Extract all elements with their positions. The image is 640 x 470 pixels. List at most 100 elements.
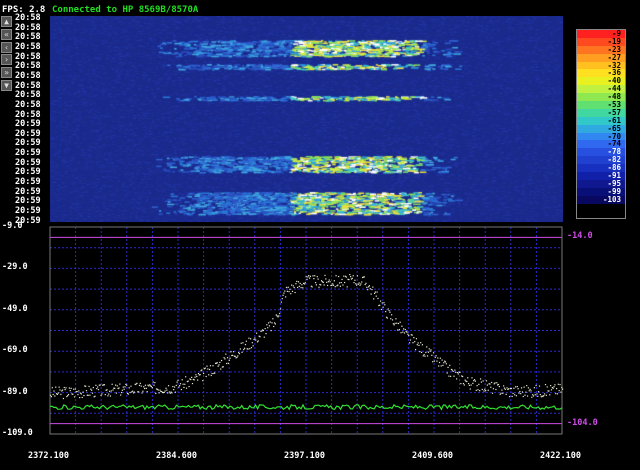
peak-trace-point xyxy=(482,380,484,382)
waterfall-timestamp: 20:58 xyxy=(15,61,41,72)
peak-trace-point xyxy=(515,395,518,397)
peak-trace-point xyxy=(392,323,394,325)
peak-trace-point xyxy=(396,322,398,324)
peak-trace-point xyxy=(183,386,185,389)
nav-down-button[interactable]: ▼ xyxy=(1,80,12,91)
x-tick-label: 2409.600 xyxy=(412,451,453,461)
peak-trace-point xyxy=(236,356,238,358)
peak-trace-point xyxy=(139,382,141,385)
nav-forward-button[interactable]: › xyxy=(1,54,12,66)
spectrum-plot[interactable] xyxy=(48,224,565,437)
peak-trace-point xyxy=(324,274,326,277)
peak-trace-point xyxy=(485,390,487,392)
peak-trace-point xyxy=(305,276,307,278)
peak-trace-point xyxy=(368,285,371,287)
peak-trace-point xyxy=(444,361,447,363)
peak-trace-point xyxy=(211,372,213,375)
peak-trace-point xyxy=(315,284,318,286)
waterfall-timestamp: 20:58 xyxy=(15,22,41,33)
peak-trace-point xyxy=(357,283,359,285)
peak-trace-point xyxy=(487,389,489,391)
peak-trace-point xyxy=(373,298,375,300)
waterfall-timestamp: 20:58 xyxy=(15,80,41,91)
peak-trace-point xyxy=(520,387,523,389)
peak-trace-point xyxy=(299,282,301,285)
peak-trace-point xyxy=(430,349,432,351)
peak-trace-point xyxy=(136,382,138,384)
waterfall-display[interactable] xyxy=(50,16,563,222)
peak-trace-point xyxy=(280,301,282,303)
peak-trace-point xyxy=(106,389,108,391)
peak-trace-point xyxy=(446,372,448,374)
peak-trace-point xyxy=(118,387,120,389)
peak-trace-point xyxy=(402,331,404,333)
peak-trace-point xyxy=(248,337,250,339)
nav-back-button[interactable]: ‹ xyxy=(1,41,12,53)
peak-trace-point xyxy=(268,325,271,327)
waterfall-timestamp: 20:59 xyxy=(15,186,41,197)
peak-trace-point xyxy=(263,336,265,338)
peak-trace-point xyxy=(124,386,126,388)
peak-trace-point xyxy=(391,314,393,316)
peak-trace-point xyxy=(112,389,114,391)
peak-trace-point xyxy=(207,368,209,370)
peak-trace-point xyxy=(558,390,560,392)
peak-trace-point xyxy=(417,342,419,344)
peak-trace-point xyxy=(69,390,71,392)
nav-fast-forward-button[interactable]: » xyxy=(1,67,12,79)
peak-trace-point xyxy=(534,394,536,396)
peak-trace-point xyxy=(190,379,192,381)
waterfall-timestamp: 20:59 xyxy=(15,177,41,188)
peak-trace-point xyxy=(176,381,178,383)
peak-trace-point xyxy=(232,351,235,353)
peak-trace-point xyxy=(356,284,358,286)
peak-trace-point xyxy=(438,361,441,364)
peak-trace-point xyxy=(526,385,528,387)
peak-trace-point xyxy=(489,383,491,385)
peak-trace-point xyxy=(194,376,196,378)
y-tick-label: -49.0 xyxy=(2,303,28,314)
nav-fast-back-button[interactable]: « xyxy=(1,28,12,40)
peak-trace-point xyxy=(370,293,372,295)
peak-trace-point xyxy=(533,387,535,389)
peak-trace-point xyxy=(325,278,327,280)
peak-trace-point xyxy=(267,322,270,324)
peak-trace-point xyxy=(150,385,153,388)
peak-trace-point xyxy=(433,360,435,362)
peak-trace-point xyxy=(468,384,471,386)
peak-trace-point xyxy=(495,388,497,391)
waterfall-timestamp: 20:59 xyxy=(15,138,41,149)
peak-trace-point xyxy=(411,334,413,336)
peak-trace-point xyxy=(73,396,76,398)
peak-trace-point xyxy=(491,381,493,384)
peak-trace-point xyxy=(230,351,232,353)
peak-trace-point xyxy=(387,308,389,310)
peak-trace-point xyxy=(220,359,223,362)
peak-trace-point xyxy=(166,389,168,391)
peak-trace-point xyxy=(467,377,469,379)
scale-level: -103 xyxy=(577,195,625,204)
peak-trace-point xyxy=(281,298,283,300)
peak-trace-point xyxy=(530,390,532,392)
peak-trace-point xyxy=(509,396,511,398)
nav-up-button[interactable]: ▲ xyxy=(1,16,12,27)
peak-trace-point xyxy=(535,384,537,387)
peak-trace-point xyxy=(466,380,468,383)
peak-trace-point xyxy=(199,374,201,376)
peak-trace-point xyxy=(123,388,125,390)
peak-trace-point xyxy=(184,383,186,385)
peak-trace-point xyxy=(167,385,170,387)
peak-trace-point xyxy=(376,291,378,293)
peak-trace-point xyxy=(426,346,428,348)
peak-trace-point xyxy=(435,355,437,357)
peak-trace-point xyxy=(103,384,106,386)
waterfall-timestamp: 20:58 xyxy=(15,13,41,23)
peak-trace-point xyxy=(284,290,286,292)
peak-trace-point xyxy=(400,332,402,334)
peak-trace-point xyxy=(552,387,554,389)
peak-trace-point xyxy=(525,391,527,393)
peak-trace-point xyxy=(149,384,151,386)
peak-trace-point xyxy=(460,382,462,385)
peak-trace-point xyxy=(228,359,230,361)
peak-trace-point xyxy=(271,322,273,324)
